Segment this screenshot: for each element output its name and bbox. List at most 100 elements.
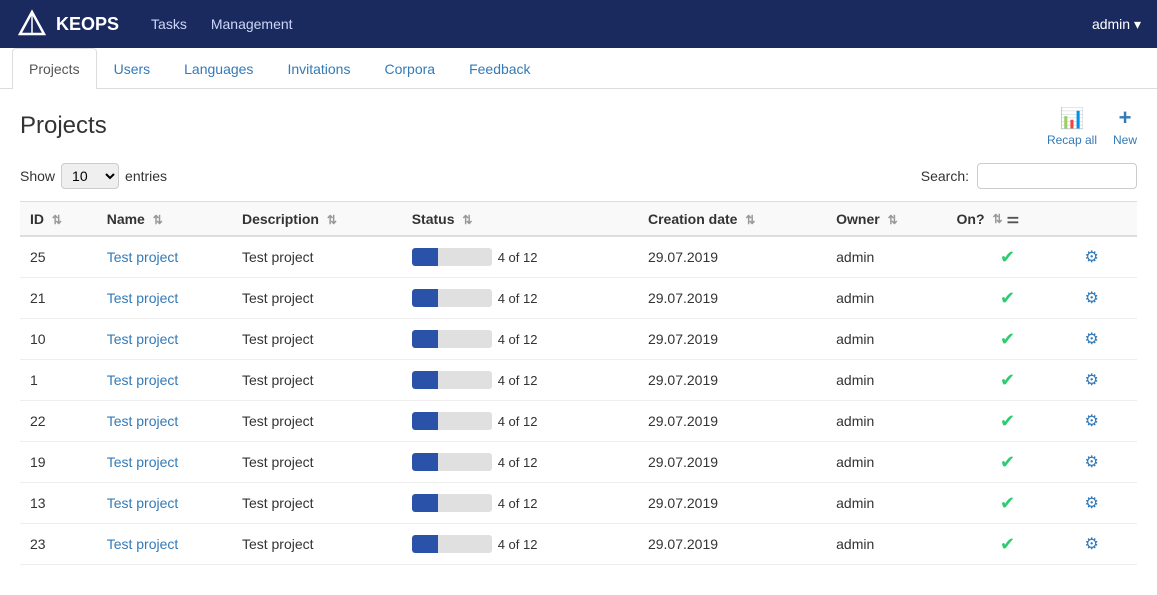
cell-status: 4 of 12 (402, 278, 638, 319)
cell-status: 4 of 12 (402, 483, 638, 524)
header-actions: 📊 Recap all + New (1047, 105, 1137, 147)
tab-users[interactable]: Users (97, 48, 168, 89)
navbar-nav: Tasks Management (151, 16, 1092, 32)
cell-description: Test project (232, 278, 402, 319)
bar-chart-icon: 📊 (1060, 106, 1085, 131)
project-name-link[interactable]: Test project (107, 413, 179, 429)
cell-owner: admin (826, 360, 946, 401)
progress-bar-wrap (412, 248, 492, 266)
progress-bar-container: 4 of 12 (412, 453, 628, 471)
sort-owner-icon: ⇅ (888, 213, 898, 227)
tab-navigation: Projects Users Languages Invitations Cor… (0, 48, 1157, 89)
check-icon: ✔ (957, 288, 1059, 309)
cell-date: 29.07.2019 (638, 360, 826, 401)
project-name-link[interactable]: Test project (107, 372, 179, 388)
tab-corpora[interactable]: Corpora (367, 48, 452, 89)
show-label: Show (20, 168, 55, 184)
new-project-button[interactable]: + New (1113, 105, 1137, 147)
gear-icon: ⚙ (1085, 536, 1099, 553)
cell-description: Test project (232, 360, 402, 401)
project-name-link[interactable]: Test project (107, 495, 179, 511)
gear-button[interactable]: ⚙ (1079, 286, 1105, 310)
col-status[interactable]: Status ⇅ (402, 202, 638, 237)
cell-description: Test project (232, 483, 402, 524)
progress-bar-fill (412, 330, 438, 348)
table-row: 19Test projectTest project 4 of 12 29.07… (20, 442, 1137, 483)
cell-owner: admin (826, 236, 946, 278)
cell-description: Test project (232, 524, 402, 565)
brand-name: KEOPS (56, 14, 119, 35)
check-icon: ✔ (957, 534, 1059, 555)
col-on[interactable]: On? ⇅ ⚌ (947, 202, 1069, 237)
cell-actions: ⚙ (1069, 319, 1137, 360)
cell-owner: admin (826, 278, 946, 319)
cell-owner: admin (826, 319, 946, 360)
col-owner[interactable]: Owner ⇅ (826, 202, 946, 237)
progress-bar-wrap (412, 412, 492, 430)
gear-button[interactable]: ⚙ (1079, 450, 1105, 474)
progress-bar-fill (412, 248, 438, 266)
cell-on: ✔ (947, 524, 1069, 565)
project-name-link[interactable]: Test project (107, 249, 179, 265)
filter-icon: ⚌ (1007, 210, 1020, 227)
cell-description: Test project (232, 236, 402, 278)
search-input[interactable] (977, 163, 1137, 189)
progress-label: 4 of 12 (498, 537, 538, 552)
project-name-link[interactable]: Test project (107, 331, 179, 347)
cell-id: 10 (20, 319, 97, 360)
cell-status: 4 of 12 (402, 360, 638, 401)
gear-button[interactable]: ⚙ (1079, 532, 1105, 556)
page-header: Projects 📊 Recap all + New (20, 105, 1137, 147)
gear-button[interactable]: ⚙ (1079, 245, 1105, 269)
progress-label: 4 of 12 (498, 455, 538, 470)
cell-name: Test project (97, 524, 232, 565)
gear-button[interactable]: ⚙ (1079, 491, 1105, 515)
cell-name: Test project (97, 236, 232, 278)
nav-tasks[interactable]: Tasks (151, 16, 187, 32)
tab-languages[interactable]: Languages (167, 48, 270, 89)
progress-label: 4 of 12 (498, 250, 538, 265)
cell-description: Test project (232, 401, 402, 442)
check-icon: ✔ (957, 411, 1059, 432)
table-body: 25Test projectTest project 4 of 12 29.07… (20, 236, 1137, 565)
cell-date: 29.07.2019 (638, 319, 826, 360)
progress-bar-wrap (412, 371, 492, 389)
nav-management[interactable]: Management (211, 16, 293, 32)
sort-name-icon: ⇅ (153, 213, 163, 227)
gear-button[interactable]: ⚙ (1079, 409, 1105, 433)
gear-button[interactable]: ⚙ (1079, 327, 1105, 351)
project-name-link[interactable]: Test project (107, 290, 179, 306)
page-title: Projects (20, 112, 107, 140)
progress-bar-container: 4 of 12 (412, 535, 628, 553)
col-name[interactable]: Name ⇅ (97, 202, 232, 237)
cell-status: 4 of 12 (402, 401, 638, 442)
col-description[interactable]: Description ⇅ (232, 202, 402, 237)
recap-all-button[interactable]: 📊 Recap all (1047, 106, 1097, 147)
cell-owner: admin (826, 401, 946, 442)
col-date[interactable]: Creation date ⇅ (638, 202, 826, 237)
gear-icon: ⚙ (1085, 372, 1099, 389)
table-header-row: ID ⇅ Name ⇅ Description ⇅ Status ⇅ Creat… (20, 202, 1137, 237)
navbar-user[interactable]: admin (1092, 16, 1141, 33)
progress-bar-container: 4 of 12 (412, 289, 628, 307)
tab-invitations[interactable]: Invitations (270, 48, 367, 89)
cell-on: ✔ (947, 360, 1069, 401)
gear-icon: ⚙ (1085, 495, 1099, 512)
recap-label: Recap all (1047, 133, 1097, 147)
entries-select[interactable]: 10 25 50 100 (61, 163, 119, 189)
check-icon: ✔ (957, 493, 1059, 514)
progress-bar-wrap (412, 535, 492, 553)
table-head: ID ⇅ Name ⇅ Description ⇅ Status ⇅ Creat… (20, 202, 1137, 237)
progress-label: 4 of 12 (498, 291, 538, 306)
project-name-link[interactable]: Test project (107, 536, 179, 552)
brand[interactable]: KEOPS (16, 8, 119, 40)
col-id[interactable]: ID ⇅ (20, 202, 97, 237)
gear-button[interactable]: ⚙ (1079, 368, 1105, 392)
tab-projects[interactable]: Projects (12, 48, 97, 89)
progress-bar-wrap (412, 289, 492, 307)
tab-feedback[interactable]: Feedback (452, 48, 547, 89)
cell-on: ✔ (947, 278, 1069, 319)
project-name-link[interactable]: Test project (107, 454, 179, 470)
table-row: 10Test projectTest project 4 of 12 29.07… (20, 319, 1137, 360)
sort-on-icon: ⇅ (993, 212, 1003, 226)
